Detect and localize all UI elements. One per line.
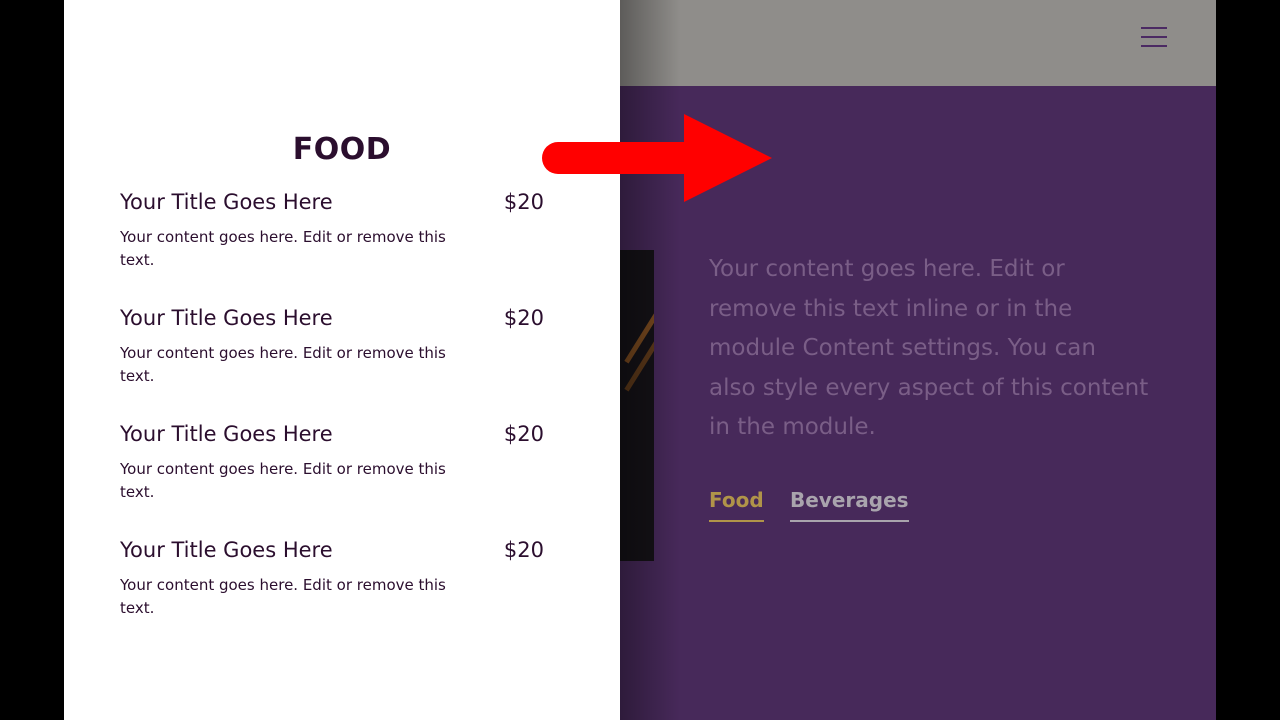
item-price: $20 [503,306,544,330]
item-description: Your content goes here. Edit or remove t… [120,228,446,269]
item-price: $20 [503,538,544,562]
item-description: Your content goes here. Edit or remove t… [120,576,446,617]
page-header [620,0,1216,86]
tab-food[interactable]: Food [709,488,764,522]
item-price: $20 [503,190,544,214]
food-menu-panel: FOOD Your Title Goes Here $20 Your conte… [64,0,620,720]
item-description: Your content goes here. Edit or remove t… [120,344,446,385]
item-price: $20 [503,422,544,446]
page-body-text: Your content goes here. Edit or remove t… [709,256,1149,441]
arrow-right-icon [542,114,772,202]
panel-shadow [620,0,680,720]
item-title: Your Title Goes Here [120,190,333,214]
hamburger-menu-icon[interactable] [1141,27,1167,47]
screen: Your content goes here. Edit or remove t… [64,0,1216,720]
item-description: Your content goes here. Edit or remove t… [120,460,446,501]
tab-beverages[interactable]: Beverages [790,488,909,522]
section-heading: FOOD [292,132,392,167]
item-title: Your Title Goes Here [120,306,333,330]
item-title: Your Title Goes Here [120,422,333,446]
item-title: Your Title Goes Here [120,538,333,562]
